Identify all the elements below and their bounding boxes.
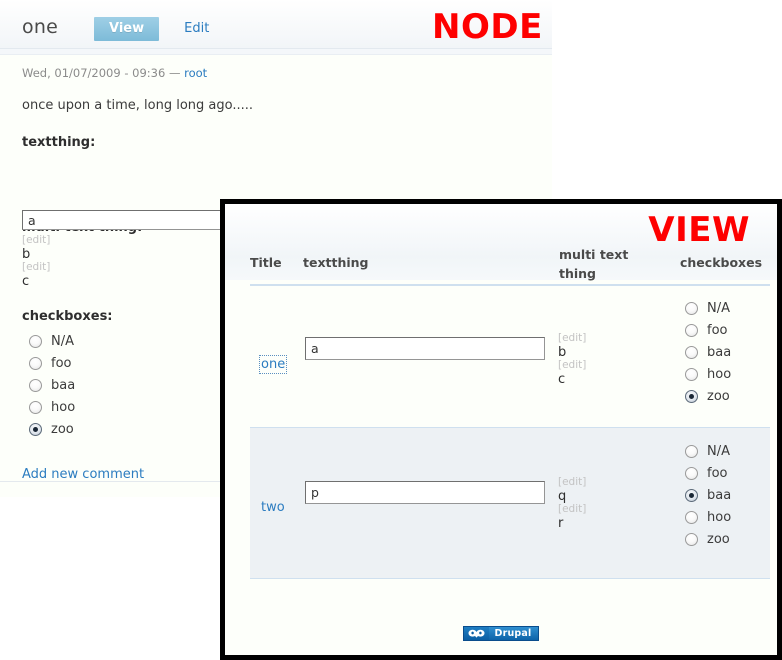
radio-icon-foo[interactable] — [685, 323, 698, 337]
drupal-badge-text: Drupal — [489, 626, 538, 640]
radio-icon-baa[interactable] — [685, 345, 698, 359]
radio-label: foo — [51, 355, 72, 371]
row-multi-values: [edit] q [edit] r — [558, 476, 586, 531]
radio-row[interactable]: baa — [685, 341, 731, 363]
row-title-link[interactable]: two — [261, 500, 285, 515]
radio-icon-na[interactable] — [685, 301, 698, 315]
drupal-badge-link[interactable]: Drupal — [463, 625, 539, 641]
row-textthing-input[interactable] — [305, 337, 545, 360]
radio-row[interactable]: hoo — [685, 363, 731, 385]
view-panel-footer: Drupal — [225, 611, 777, 655]
radio-label: zoo — [707, 531, 730, 547]
multi-text-value: r — [558, 515, 564, 531]
radio-row[interactable]: foo — [685, 319, 731, 341]
radio-icon-hoo[interactable] — [685, 367, 698, 381]
submitted-line: Wed, 01/07/2009 - 09:36 — root — [0, 55, 552, 80]
field-label-textthing: textthing: — [22, 135, 96, 150]
edit-link[interactable]: [edit] — [558, 332, 586, 345]
radio-row[interactable]: hoo — [685, 506, 731, 528]
submitted-author-link[interactable]: root — [184, 66, 207, 80]
view-overlay-label: VIEW — [648, 210, 750, 250]
view-panel: VIEW Title textthing multi text thing ch… — [220, 199, 782, 660]
radio-label: zoo — [51, 421, 74, 437]
radio-icon-na[interactable] — [29, 334, 42, 348]
column-header-checkboxes: checkboxes — [680, 255, 763, 270]
radio-row[interactable]: foo — [685, 462, 731, 484]
column-header-textthing: textthing — [303, 255, 369, 270]
radio-icon-na[interactable] — [685, 444, 698, 458]
radio-label: N/A — [707, 443, 730, 459]
radio-label: foo — [707, 322, 728, 338]
radio-icon-zoo[interactable] — [29, 422, 42, 436]
radio-icon-zoo[interactable] — [685, 532, 698, 546]
radio-row[interactable]: zoo — [685, 385, 731, 407]
edit-link[interactable]: [edit] — [558, 476, 586, 489]
radio-icon-foo[interactable] — [29, 356, 42, 370]
radio-icon-zoo[interactable] — [685, 389, 698, 403]
edit-link[interactable]: [edit] — [558, 360, 586, 372]
tab-view[interactable]: View — [94, 17, 160, 41]
radio-row[interactable]: zoo — [685, 528, 731, 550]
node-overlay-label: NODE — [432, 7, 543, 47]
radio-icon-baa[interactable] — [685, 488, 698, 502]
row-textthing-input[interactable] — [305, 481, 545, 504]
row-checkboxes-group: N/A foo baa hoo zoo — [685, 440, 731, 550]
node-tabs: View Edit — [94, 17, 224, 41]
radio-icon-baa[interactable] — [29, 378, 42, 392]
radio-label: baa — [51, 377, 76, 393]
radio-label: foo — [707, 465, 728, 481]
table-header-row: Title textthing multi text thing checkbo… — [225, 247, 777, 281]
radio-icon-hoo[interactable] — [685, 510, 698, 524]
tab-edit[interactable]: Edit — [169, 17, 224, 41]
column-header-title: Title — [250, 255, 282, 270]
radio-row[interactable]: baa — [685, 484, 731, 506]
radio-row[interactable]: N/A — [685, 440, 731, 462]
radio-icon-foo[interactable] — [685, 466, 698, 480]
radio-label: hoo — [707, 509, 732, 525]
radio-icon-hoo[interactable] — [29, 400, 42, 414]
table-header-divider — [250, 284, 770, 286]
radio-label: baa — [707, 344, 732, 360]
multi-text-value: c — [558, 371, 566, 387]
column-header-multi-text-thing: multi text thing — [559, 247, 629, 282]
table-row: two [edit] q [edit] r N/A foo — [250, 427, 770, 579]
radio-label: hoo — [707, 366, 732, 382]
drupal-druplicon-icon — [464, 626, 490, 640]
radio-label: baa — [707, 487, 732, 503]
node-body-text: once upon a time, long long ago..... — [22, 98, 254, 113]
multi-text-value: q — [558, 488, 567, 504]
submitted-datetime: Wed, 01/07/2009 - 09:36 — [22, 66, 166, 80]
radio-label: N/A — [707, 300, 730, 316]
radio-label: zoo — [707, 388, 730, 404]
submitted-separator: — — [168, 66, 181, 80]
radio-row[interactable]: N/A — [685, 297, 731, 319]
row-checkboxes-group: N/A foo baa hoo zoo — [685, 297, 731, 407]
page-title: one — [22, 16, 58, 38]
row-title-link[interactable]: one — [258, 355, 288, 374]
table-row: one [edit] b [edit] c N/A foo — [250, 287, 770, 426]
row-multi-values: [edit] b [edit] c — [558, 332, 586, 387]
radio-label: hoo — [51, 399, 76, 415]
multi-text-value: b — [558, 344, 567, 360]
radio-label: N/A — [51, 333, 74, 349]
edit-link[interactable]: [edit] — [558, 504, 586, 516]
